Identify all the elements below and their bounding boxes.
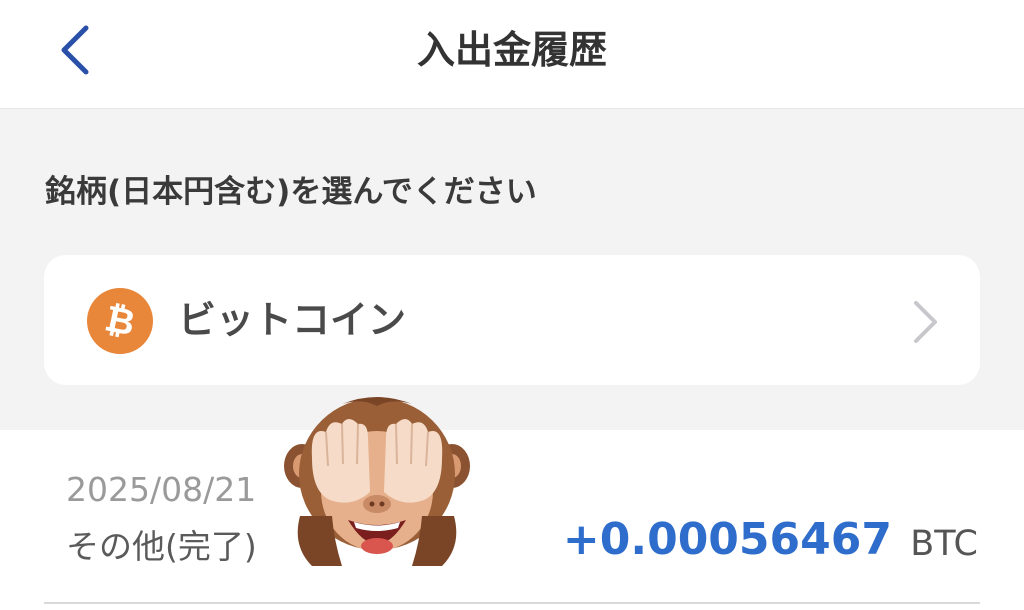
app-header: 入出金履歴 [0,0,1024,109]
bitcoin-icon: ₿ [87,288,153,354]
transaction-row[interactable]: 2025/08/21 その他(完了) +0.00056467 BTC [0,430,1024,605]
coin-selector[interactable]: ₿ ビットコイン [44,255,980,385]
screen: 入出金履歴 銘柄(日本円含む)を選んでください ₿ ビットコイン 2025/08… [0,0,1024,610]
see-no-evil-monkey-icon [284,397,470,566]
transaction-unit: BTC [910,524,978,564]
transaction-list: 2025/08/21 その他(完了) +0.00056467 BTC [0,430,1024,610]
transaction-date: 2025/08/21 [66,470,257,509]
row-divider [44,602,980,604]
coin-select-label: 銘柄(日本円含む)を選んでください [45,174,537,210]
chevron-right-icon [914,301,937,343]
coin-name: ビットコイン [178,298,407,342]
page-title: 入出金履歴 [416,28,607,72]
transaction-amount: +0.00056467 [562,514,892,565]
transaction-status: その他(完了) [66,527,257,566]
